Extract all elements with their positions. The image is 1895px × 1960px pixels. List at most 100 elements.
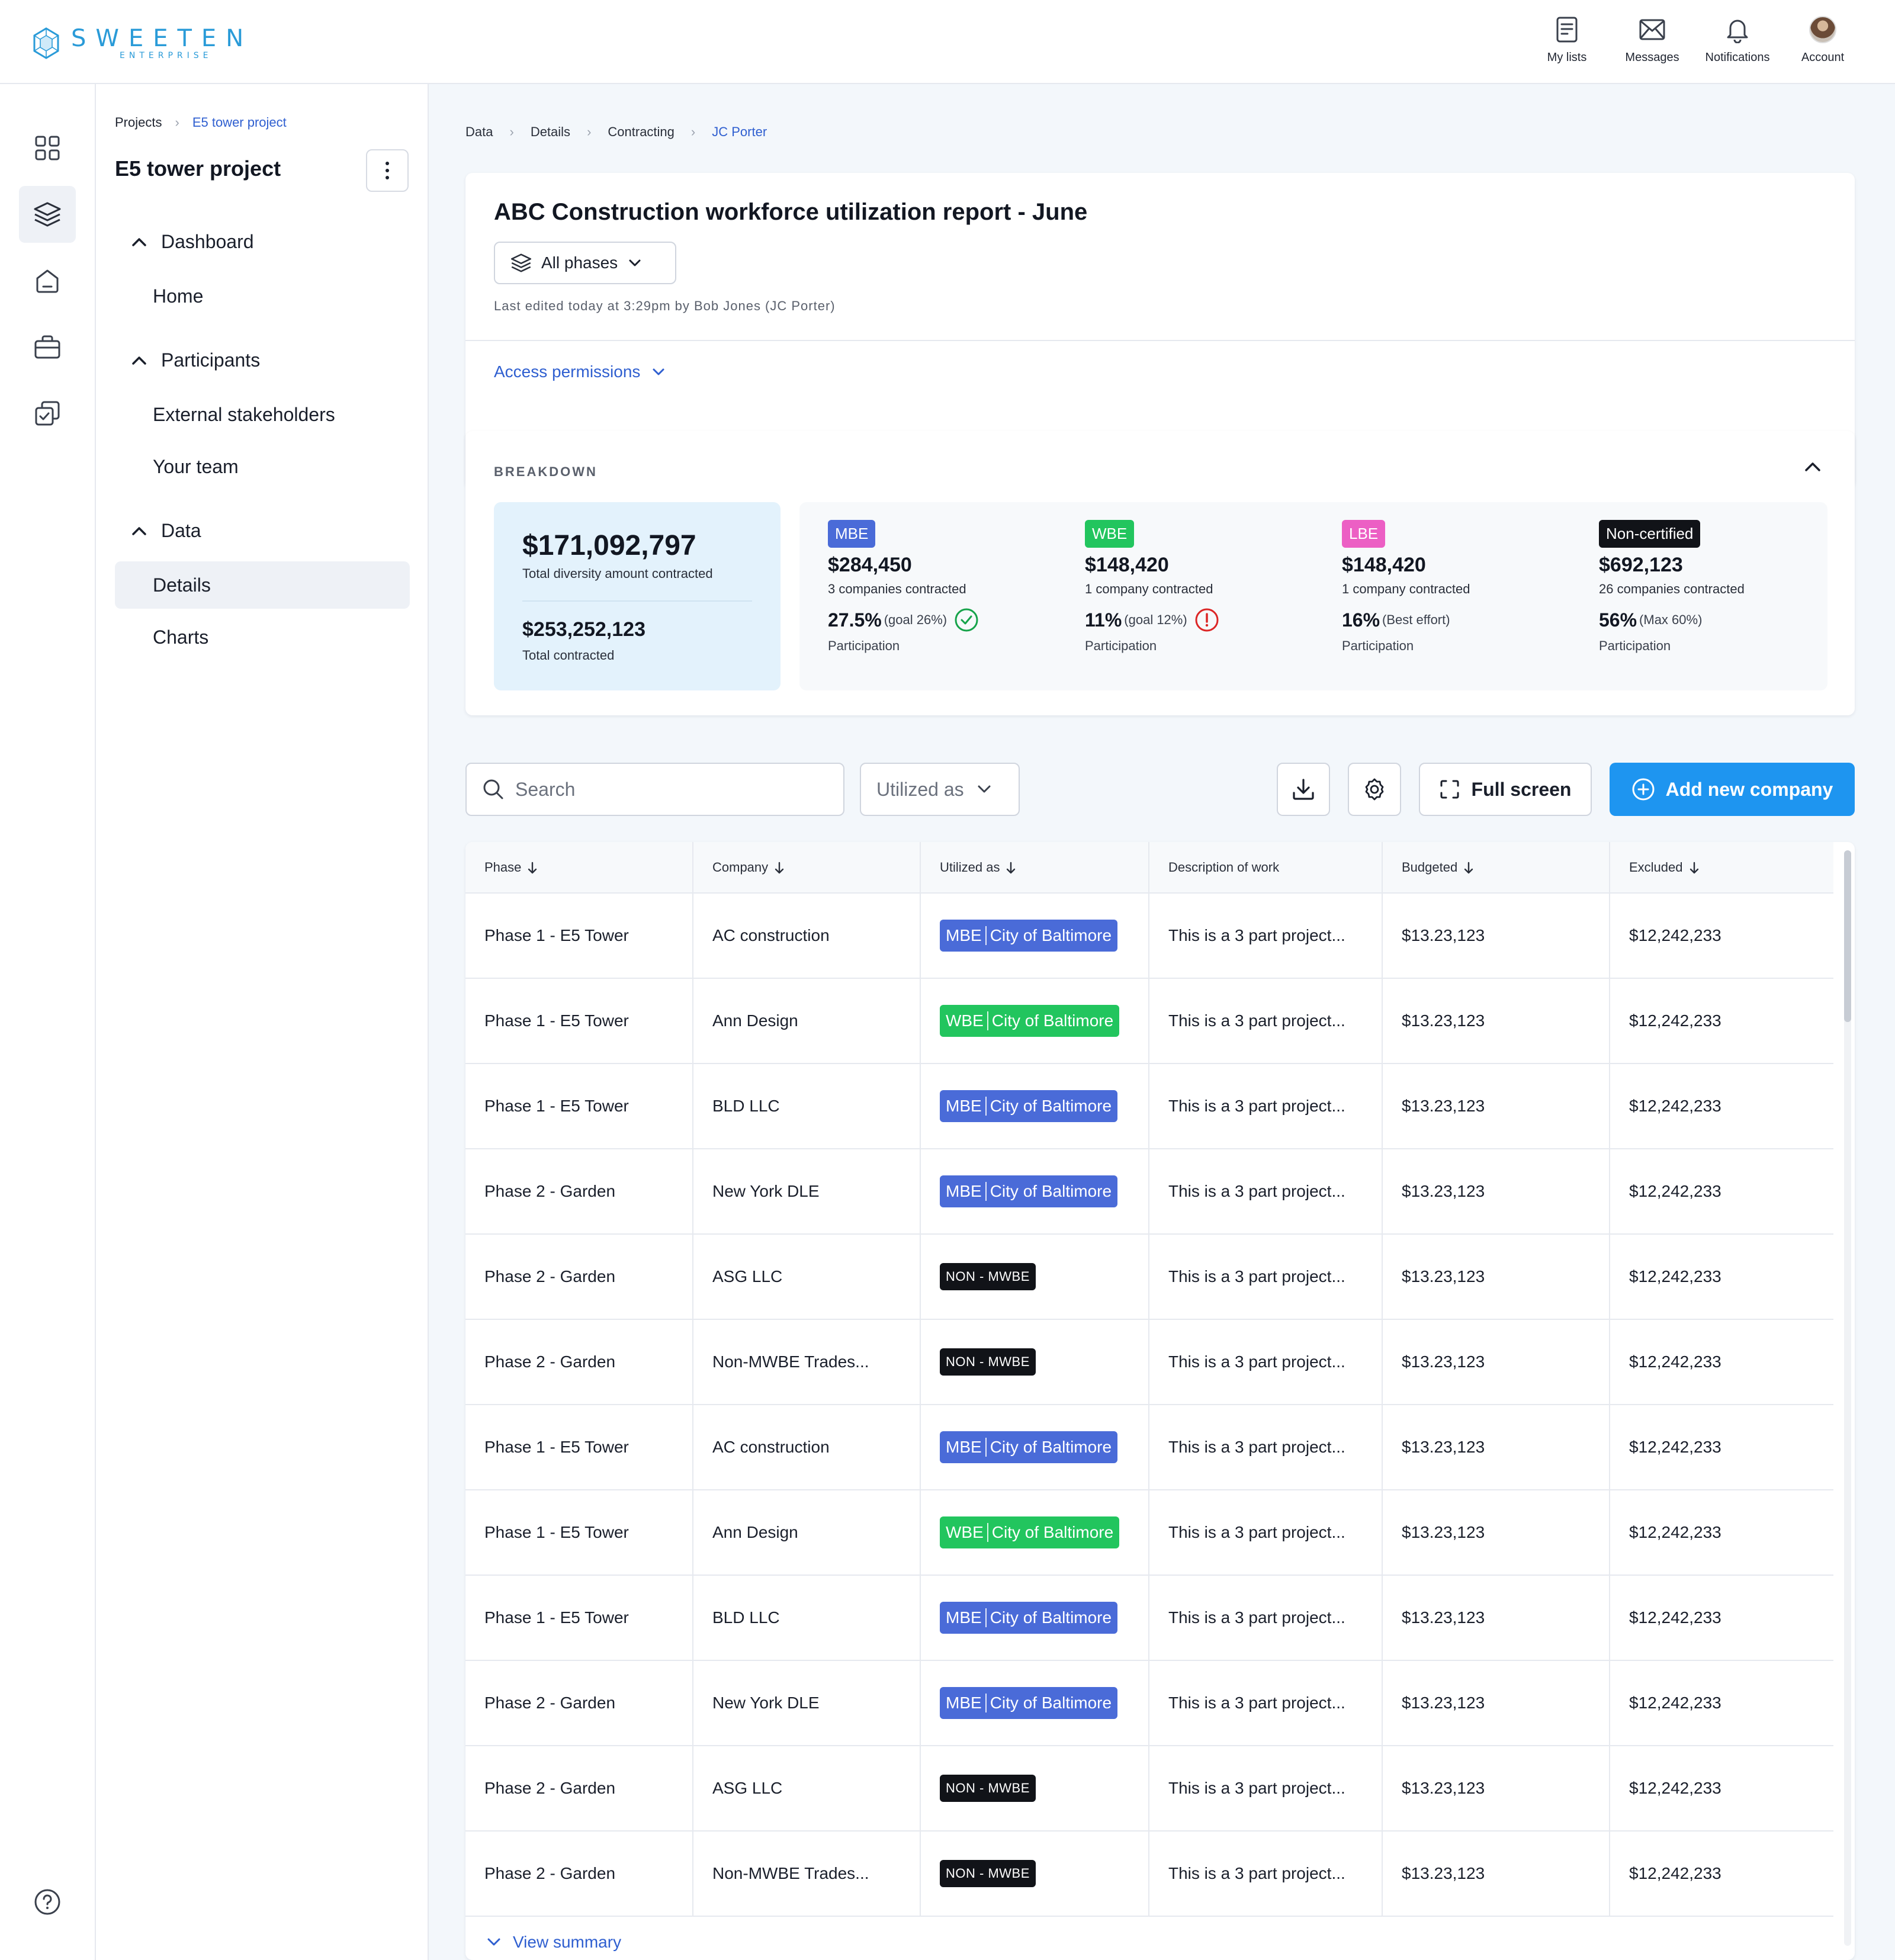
table-row[interactable]: Phase 2 - Garden New York DLE MBE City of B… [465,1149,1833,1235]
settings-button[interactable] [1348,763,1401,816]
cell-excluded: $12,242,233 [1610,893,1833,979]
cell-company[interactable]: BLD LLC [693,1575,921,1661]
total-contracted-label: Total contracted [522,648,615,663]
cell-company[interactable]: Ann Design [693,1490,921,1576]
search-box[interactable] [465,763,844,816]
rail-home[interactable] [19,252,76,309]
totals-panel: $171,092,797 Total diversity amount cont… [494,502,781,690]
category-goal: (Best effort) [1382,612,1450,628]
table-row[interactable]: Phase 2 - Garden New York DLE MBE City of B… [465,1660,1833,1746]
nav-item-external-stakeholders[interactable]: External stakeholders [115,391,410,438]
utilized-as-filter[interactable]: Utilized as [860,763,1020,816]
column-header-excluded[interactable]: Excluded [1610,842,1833,894]
nav-group-dashboard[interactable]: Dashboard [131,231,254,253]
breadcrumb-contracting[interactable]: Contracting [608,124,675,140]
rail-help[interactable] [19,1874,76,1930]
cell-description: This is a 3 part project... [1149,893,1383,979]
table-row[interactable]: Phase 2 - Garden Non-MWBE Trades... NON - … [465,1831,1833,1917]
cell-company[interactable]: ASG LLC [693,1234,921,1320]
rail-tasks[interactable] [19,385,76,442]
column-header-budgeted[interactable]: Budgeted [1382,842,1610,894]
table-row[interactable]: Phase 1 - E5 Tower AC construction MBE City… [465,1405,1833,1490]
certification-tag: WBE City of Baltimore [940,1005,1120,1037]
cell-utilized-as: NON - MWBE [920,1831,1149,1917]
table-scrollbar[interactable] [1844,850,1851,1946]
scrollbar-thumb[interactable] [1844,850,1851,1022]
breadcrumb-projects[interactable]: Projects [115,115,162,130]
table-row[interactable]: Phase 1 - E5 Tower Ann Design WBE City of B… [465,978,1833,1064]
cell-company[interactable]: Non-MWBE Trades... [693,1831,921,1917]
category-badge: Non-certified [1599,520,1701,548]
nav-item-charts[interactable]: Charts [115,613,410,661]
column-label: Phase [484,859,522,875]
my-lists-label: My lists [1547,51,1587,64]
messages-button[interactable]: Messages [1610,14,1695,65]
logo-sub: ENTERPRISE [120,51,213,60]
collapse-breakdown-button[interactable] [1804,461,1822,475]
nav-item-home[interactable]: Home [115,272,410,320]
nav-item-your-team[interactable]: Your team [115,443,410,490]
cell-company[interactable]: AC construction [693,893,921,979]
table-row[interactable]: Phase 2 - Garden ASG LLC NON - MWBE This is… [465,1234,1833,1320]
certification-type: MBE [946,1097,982,1115]
logo-mark-icon [33,27,59,59]
sweeten-logo[interactable]: SWEETEN ENTERPRISE [32,23,253,64]
nav-group-label: Data [161,520,201,541]
arrow-down-icon [1464,862,1473,873]
column-header-company[interactable]: Company [693,842,921,894]
category-badge: WBE [1085,520,1135,548]
chevron-right-icon: › [690,124,696,139]
breadcrumb-jc-porter[interactable]: JC Porter [712,124,767,140]
view-summary-toggle[interactable]: View summary [487,1924,621,1960]
table-row[interactable]: Phase 2 - Garden Non-MWBE Trades... NON - … [465,1319,1833,1405]
nav-item-details[interactable]: Details [115,561,410,609]
column-header-phase[interactable]: Phase [465,842,693,894]
table-row[interactable]: Phase 1 - E5 Tower BLD LLC MBE City of Balt… [465,1575,1833,1661]
download-button[interactable] [1277,763,1330,816]
cell-company[interactable]: New York DLE [693,1149,921,1235]
table-row[interactable]: Phase 1 - E5 Tower BLD LLC MBE City of Balt… [465,1063,1833,1149]
nav-group-data[interactable]: Data [131,520,201,542]
breadcrumb-data[interactable]: Data [465,124,493,140]
notifications-button[interactable]: Notifications [1695,14,1780,65]
certification-agency: City of Baltimore [990,1694,1112,1712]
certification-type: NON - MWBE [946,1781,1030,1795]
search-input[interactable] [515,778,835,801]
envelope-icon [1639,19,1665,40]
breadcrumb-details[interactable]: Details [531,124,570,140]
table-row[interactable]: Phase 1 - E5 Tower Ann Design WBE City of B… [465,1490,1833,1576]
cell-company[interactable]: Non-MWBE Trades... [693,1319,921,1405]
rail-briefcase[interactable] [19,319,76,375]
cell-phase: Phase 1 - E5 Tower [465,893,693,979]
cell-phase: Phase 2 - Garden [465,1660,693,1746]
my-lists-button[interactable]: My lists [1524,14,1610,65]
cell-company[interactable]: Ann Design [693,978,921,1064]
table-row[interactable]: Phase 1 - E5 Tower AC construction MBE City… [465,893,1833,979]
table-header-row: Phase Company Utilized as Description of… [465,842,1833,894]
cell-company[interactable]: New York DLE [693,1660,921,1746]
nav-item-label: Charts [153,626,209,648]
account-button[interactable]: Account [1780,14,1865,65]
cell-company[interactable]: ASG LLC [693,1746,921,1832]
table-row[interactable]: Phase 2 - Garden ASG LLC NON - MWBE This is… [465,1746,1833,1832]
full-screen-button[interactable]: Full screen [1419,763,1592,816]
breadcrumb-project[interactable]: E5 tower project [192,115,287,130]
add-new-company-button[interactable]: Add new company [1610,763,1855,816]
category-participation: Participation [1342,638,1414,654]
certification-type: MBE [946,1438,982,1456]
layers-icon [510,253,532,272]
rail-dashboard[interactable] [19,120,76,176]
cell-company[interactable]: AC construction [693,1405,921,1490]
column-header-utilized-as[interactable]: Utilized as [920,842,1149,894]
project-menu-button[interactable] [366,149,409,192]
certification-tag: MBE City of Baltimore [940,1431,1118,1463]
breakdown-label: BREAKDOWN [494,464,598,479]
column-label: Utilized as [940,859,1000,875]
phase-selector[interactable]: All phases [494,242,676,284]
nav-group-participants[interactable]: Participants [131,349,260,371]
access-permissions-toggle[interactable]: Access permissions [494,362,665,381]
rail-projects[interactable] [19,186,76,243]
cell-phase: Phase 1 - E5 Tower [465,1490,693,1576]
tag-divider [985,926,987,945]
cell-company[interactable]: BLD LLC [693,1063,921,1149]
